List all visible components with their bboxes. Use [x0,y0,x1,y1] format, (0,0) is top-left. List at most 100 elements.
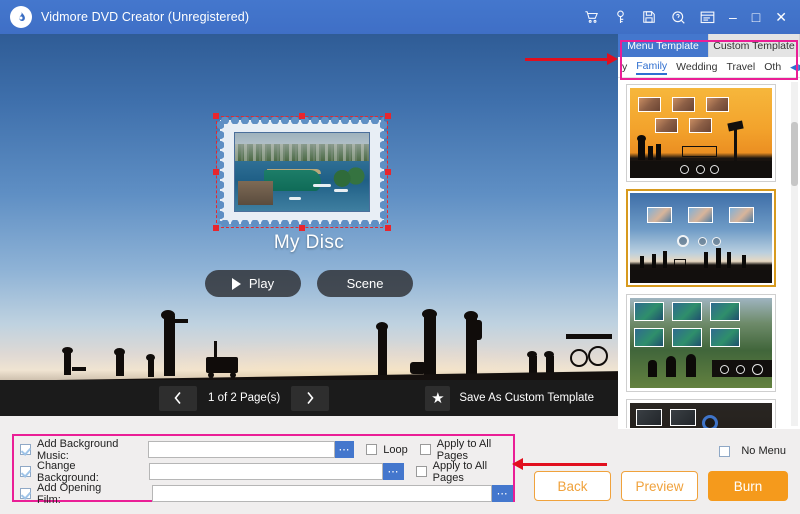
label-add-opening-film: Add Opening Film: [37,482,123,506]
silhouette-head [544,351,554,358]
silhouette-bicycle [570,349,588,367]
footer-button-row: Back Preview Burn [534,471,788,501]
checkbox-apply-all-music-wrap[interactable]: Apply to All Pages [420,438,513,462]
silhouette-arm [174,319,188,323]
resize-handle-w[interactable] [213,169,219,175]
browse-background-music-button[interactable]: ⋯ [335,441,354,458]
menu-preview-stage[interactable]: My Disc Play Scene [0,34,618,416]
resize-handle-n[interactable] [299,113,305,119]
page-indicator: 1 of 2 Page(s) [208,392,280,404]
play-triangle-icon [232,278,241,290]
menu-buttons-row: Play Scene [0,270,618,297]
minimize-button[interactable]: – [728,10,738,24]
resize-handle-se[interactable] [385,225,391,231]
checkbox-change-background[interactable] [20,466,31,477]
checkbox-apply-all-pages-background[interactable] [416,466,427,477]
selection-outline [216,116,388,228]
template-thumbnail-forest[interactable] [626,294,776,392]
close-button[interactable]: ✕ [774,10,788,24]
checkbox-add-background-music[interactable] [20,444,31,455]
feedback-icon[interactable] [699,9,715,25]
help-icon[interactable] [670,9,686,25]
play-button-label: Play [249,276,274,291]
label-apply-all-pages-background: Apply to All Pages [433,460,513,484]
silhouette-figure [64,351,71,375]
annotation-arrow-to-options-panel [512,458,608,471]
silhouette-arm [72,367,86,371]
silhouette-figure [424,316,436,382]
option-row-background-music: Add Background Music: ⋯ Loop Apply to Al… [20,439,513,460]
burn-button[interactable]: Burn [708,471,788,501]
silhouette-child [472,320,482,340]
silhouette-bicycle [588,346,608,366]
app-window: ♪ Vidmore DVD Creator (Unregistered) [0,0,800,514]
checkbox-apply-all-pages-music[interactable] [420,444,431,455]
prev-page-button[interactable] [159,386,197,411]
template-list-scrollbar[interactable] [791,82,798,426]
template-thumbnail-dark[interactable] [626,399,776,428]
key-icon[interactable] [612,9,628,25]
silhouette-wagon-handle [214,341,217,359]
next-page-button[interactable] [291,386,329,411]
browse-opening-film-button[interactable]: ⋯ [492,485,513,502]
template-thumbnail-list[interactable] [618,78,800,428]
template-panel: Menu Template Custom Template y Family W… [618,34,800,429]
play-button[interactable]: Play [205,270,301,297]
option-row-opening-film: Add Opening Film: ⋯ [20,483,513,504]
resize-handle-sw[interactable] [213,225,219,231]
template-thumbnail-sunset[interactable] [626,84,776,182]
scrollbar-thumb[interactable] [791,122,798,186]
resize-handle-e[interactable] [385,169,391,175]
silhouette-head [146,354,155,361]
checkbox-loop[interactable] [366,444,377,455]
no-menu-option[interactable]: No Menu [719,445,786,457]
resize-handle-nw[interactable] [213,113,219,119]
menu-options-panel: Add Background Music: ⋯ Loop Apply to Al… [12,434,515,502]
checkbox-apply-all-background-wrap[interactable]: Apply to All Pages [416,460,513,484]
label-no-menu: No Menu [741,445,786,457]
scene-button[interactable]: Scene [317,270,413,297]
silhouette-head [62,347,73,354]
resize-handle-ne[interactable] [385,113,391,119]
disc-title[interactable]: My Disc [0,232,618,254]
resize-handle-s[interactable] [299,225,305,231]
label-add-background-music: Add Background Music: [37,438,140,462]
silhouette-sitting [410,362,426,374]
silhouette-figure [164,316,175,376]
silhouette-head [114,348,125,356]
cart-icon[interactable] [583,9,599,25]
option-row-change-background: Change Background: ⋯ Apply to All Pages [20,461,513,482]
silhouette-head [161,310,175,320]
label-apply-all-pages-music: Apply to All Pages [437,438,513,462]
save-custom-template-button[interactable]: ★ Save As Custom Template [425,386,594,411]
stamp-photo-frame[interactable] [216,116,388,228]
label-change-background: Change Background: [37,460,132,484]
checkbox-add-opening-film[interactable] [20,488,31,499]
silhouette-head [527,351,537,358]
input-change-background[interactable] [149,463,383,480]
star-icon: ★ [425,386,450,411]
app-title: Vidmore DVD Creator (Unregistered) [41,10,249,24]
back-button[interactable]: Back [534,471,611,501]
checkbox-loop-wrap[interactable]: Loop [366,444,407,456]
input-opening-film[interactable] [152,485,492,502]
silhouette-figure [378,329,387,375]
save-icon[interactable] [641,9,657,25]
save-custom-template-label: Save As Custom Template [459,392,594,404]
checkbox-no-menu[interactable] [719,446,730,457]
silhouette-figure [116,354,124,376]
silhouette-head [376,322,388,331]
browse-change-background-button[interactable]: ⋯ [383,463,403,480]
page-navigation-bar: 1 of 2 Page(s) ★ Save As Custom Template [0,380,618,416]
annotation-box-template-tabs [620,40,798,80]
preview-button[interactable]: Preview [621,471,698,501]
silhouette-figure [148,359,154,377]
flame-disc-icon: ♪ [10,6,32,28]
silhouette-bike-rack [566,334,612,339]
input-background-music[interactable] [148,441,335,458]
label-loop: Loop [383,444,407,456]
titlebar-icon-group: – □ ✕ [583,9,800,25]
template-thumbnail-blue-dusk[interactable] [626,189,776,287]
silhouette-wagon [206,357,238,373]
maximize-button[interactable]: □ [751,10,761,24]
